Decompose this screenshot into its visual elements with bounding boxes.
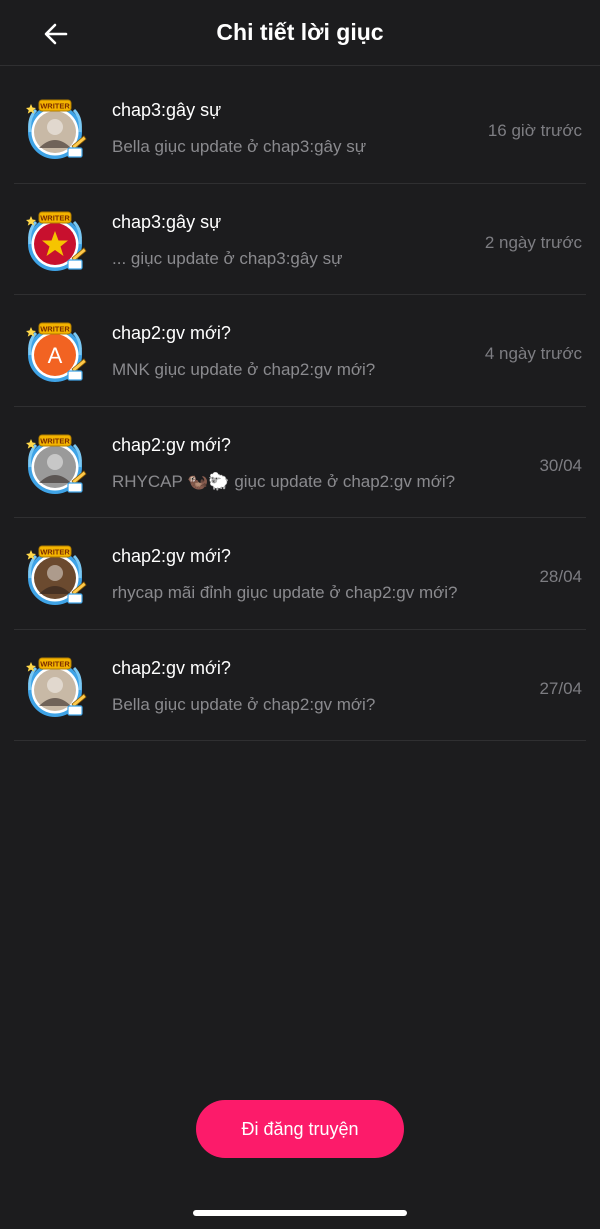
timestamp: 27/04 <box>539 678 582 698</box>
reminder-item[interactable]: WRITER chap3:gây sự Bella giục update ở ch… <box>14 72 586 184</box>
reminder-message: MNK giục update ở chap2:gv mới? <box>112 360 376 379</box>
writer-badge-text: WRITER <box>40 325 70 334</box>
writer-badge-text: WRITER <box>40 213 70 222</box>
user-avatar: WRITER <box>22 208 88 274</box>
chapter-title: chap2:gv mới? <box>112 657 231 678</box>
chapter-title: chap2:gv mới? <box>112 434 231 455</box>
timestamp: 16 giờ trước <box>487 121 582 140</box>
writer-badge-text: WRITER <box>40 659 70 668</box>
timestamp: 30/04 <box>539 455 582 475</box>
timestamp: 2 ngày trước <box>484 232 582 252</box>
timestamp: 4 ngày trước <box>484 344 582 363</box>
user-avatar: WRITER <box>22 96 88 162</box>
notification-detail-screen: Chi tiết lời giục WRITER chap3:gây sự Bell… <box>0 0 600 1229</box>
chapter-title: chap3:gây sự <box>112 100 222 120</box>
chapter-title: chap2:gv mới? <box>112 323 231 343</box>
reminder-item[interactable]: WRITER chap2:gv mới? rhycap mãi đỉnh giục … <box>14 518 586 630</box>
user-avatar: WRITER <box>22 431 88 497</box>
reminder-message: Bella giục update ở chap2:gv mới? <box>112 694 376 714</box>
chapter-title: chap2:gv mới? <box>112 546 231 566</box>
reminder-item[interactable]: A WRITER chap2:gv mới? MNK giục update ở ch… <box>14 295 586 407</box>
writer-badge-text: WRITER <box>40 102 70 111</box>
reminder-message: Bella giục update ở chap3:gây sự <box>112 137 367 156</box>
user-avatar: A WRITER <box>22 319 88 385</box>
chapter-title: chap3:gây sự <box>112 211 222 232</box>
user-avatar: WRITER <box>22 542 88 608</box>
reminder-item[interactable]: WRITER chap2:gv mới? Bella giục update ở c… <box>14 630 586 741</box>
home-indicator <box>193 1210 407 1216</box>
reminder-message: RHYCAP 🦦🐑 giục update ở chap2:gv mới? <box>112 471 456 491</box>
avatar-letter: A <box>48 343 63 368</box>
reminder-list: WRITER chap3:gây sự Bella giục update ở ch… <box>0 72 600 741</box>
go-post-story-button[interactable]: Đi đăng truyện <box>196 1100 404 1158</box>
reminder-message: rhycap mãi đỉnh giục update ở chap2:gv m… <box>112 583 458 602</box>
writer-badge-text: WRITER <box>40 436 70 445</box>
top-bar: Chi tiết lời giục <box>0 0 600 66</box>
reminder-item[interactable]: WRITER chap3:gây sự ... giục update ở chap… <box>14 184 586 295</box>
page-title: Chi tiết lời giục <box>216 19 384 45</box>
user-avatar: WRITER <box>22 654 88 720</box>
reminder-message: ... giục update ở chap3:gây sự <box>112 248 343 268</box>
writer-badge-text: WRITER <box>40 548 70 557</box>
reminder-item[interactable]: WRITER chap2:gv mới? RHYCAP 🦦🐑 giục update… <box>14 407 586 518</box>
timestamp: 28/04 <box>539 567 582 586</box>
